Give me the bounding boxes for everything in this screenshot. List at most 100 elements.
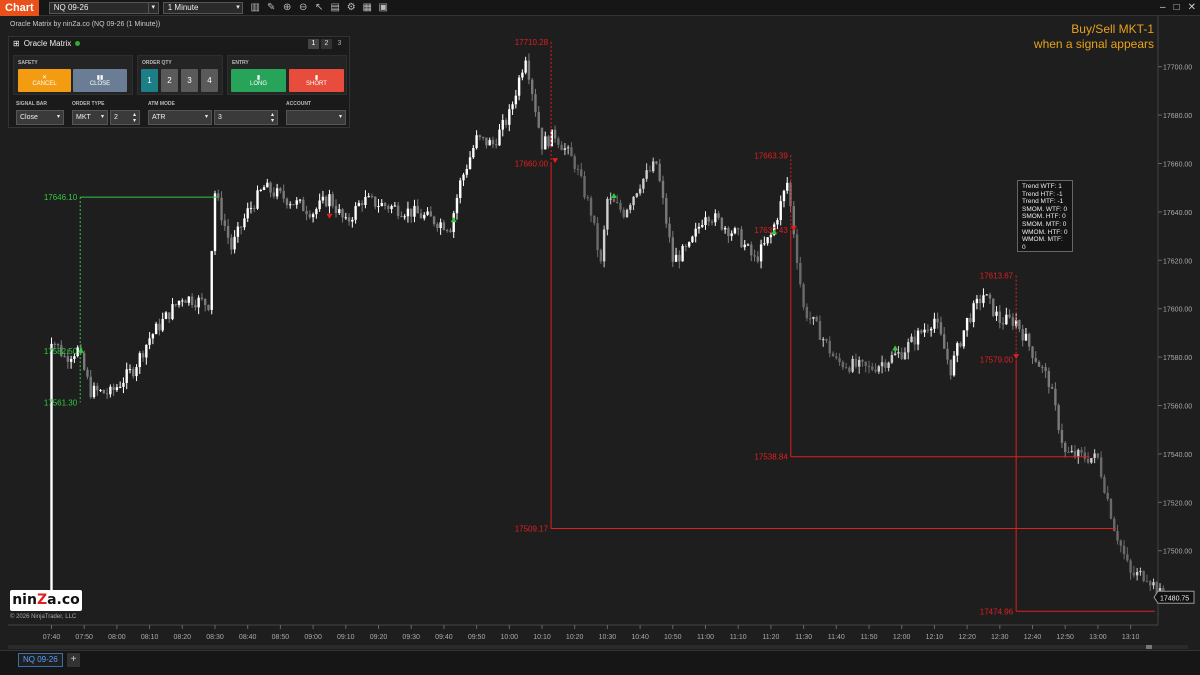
- candle-body: [665, 198, 668, 224]
- zoom-out-icon[interactable]: ⊖: [297, 1, 310, 14]
- candle-body: [141, 353, 145, 358]
- candle-body: [1122, 545, 1126, 555]
- candle-body: [1080, 449, 1083, 453]
- candle-body: [720, 217, 724, 230]
- candle-body: [187, 296, 191, 303]
- horizontal-scrollbar[interactable]: [8, 645, 1188, 649]
- templates-icon[interactable]: ▦: [361, 1, 374, 14]
- status-dot: [75, 41, 81, 46]
- candle-body: [642, 178, 645, 189]
- zoom-in-icon[interactable]: ⊕: [281, 1, 294, 14]
- candle-body: [1132, 572, 1136, 576]
- page-2-button[interactable]: 2: [321, 39, 332, 49]
- atm-mode-select[interactable]: ATR ▾: [148, 110, 212, 125]
- page-1-button[interactable]: 1: [308, 39, 319, 49]
- candle-body: [63, 356, 66, 358]
- signal-bar-select[interactable]: Close ▾: [16, 110, 64, 125]
- candle-body: [619, 202, 622, 210]
- atm-qty-stepper[interactable]: 3 ▴ ▾: [214, 110, 278, 125]
- candle-body: [426, 211, 429, 215]
- price-label: 17500.00: [1163, 549, 1192, 556]
- candle-body: [89, 376, 92, 398]
- short-target-label: 17474.96: [980, 607, 1014, 616]
- qty-3-button[interactable]: 3: [181, 69, 198, 92]
- instrument-tab[interactable]: NQ 09-26: [18, 653, 63, 667]
- candle-body: [933, 318, 936, 329]
- candle-body: [148, 338, 151, 345]
- candle-body: [1050, 387, 1054, 389]
- candle-body: [923, 329, 926, 333]
- close-position-button[interactable]: ▮▮ CLOSE: [73, 69, 127, 92]
- qty-1-button[interactable]: 1: [141, 69, 158, 92]
- candle-body: [275, 188, 279, 197]
- candle-body: [105, 393, 109, 395]
- candle-body: [1018, 320, 1021, 330]
- strategies-icon[interactable]: ⚙: [345, 1, 358, 14]
- candle-body: [508, 109, 511, 125]
- minimize-button[interactable]: –: [1160, 0, 1166, 16]
- candle-body: [678, 254, 681, 262]
- price-label: 17600.00: [1163, 307, 1192, 314]
- candle-body: [289, 204, 292, 206]
- candle-body: [311, 214, 315, 218]
- maximize-button[interactable]: □: [1174, 0, 1180, 16]
- cancel-button[interactable]: ✕ CANCEL: [18, 69, 71, 92]
- time-label: 10:10: [533, 634, 551, 641]
- chart-tab[interactable]: Chart: [0, 0, 39, 16]
- scroll-thumb[interactable]: [1146, 645, 1152, 649]
- candle-body: [962, 330, 966, 347]
- pointer-icon[interactable]: ↖: [313, 1, 326, 14]
- instrument-selector[interactable]: NQ 09-26 ▾: [48, 1, 159, 14]
- account-select[interactable]: ▾: [286, 110, 346, 125]
- candle-body: [1011, 317, 1015, 326]
- price-label: 17640.00: [1163, 210, 1192, 217]
- properties-icon[interactable]: ▤: [329, 1, 342, 14]
- candle-body: [884, 362, 887, 368]
- candle-body: [354, 205, 357, 220]
- chevron-down-icon[interactable]: ▾: [147, 2, 158, 13]
- pencil-icon[interactable]: ✎: [265, 1, 278, 14]
- candle-body: [1070, 450, 1073, 453]
- price-label: 17580.00: [1163, 355, 1192, 362]
- qty-2-button[interactable]: 2: [161, 69, 178, 92]
- candle-body: [230, 237, 233, 250]
- order-type-select[interactable]: MKT ▾: [72, 110, 108, 125]
- time-label: 10:20: [566, 634, 584, 641]
- snapshot-icon[interactable]: ▣: [377, 1, 390, 14]
- candle-body: [1034, 357, 1037, 362]
- candle-body: [841, 362, 845, 368]
- long-button[interactable]: ▮ LONG: [231, 69, 286, 92]
- period-selector[interactable]: 1 Minute ▾: [162, 1, 243, 14]
- short-button[interactable]: ▮ SHORT: [289, 69, 344, 92]
- candle-body: [135, 367, 138, 377]
- candle-body: [488, 139, 491, 146]
- candle-body: [1031, 346, 1034, 358]
- candle-body: [701, 225, 704, 227]
- qty-4-button[interactable]: 4: [201, 69, 218, 92]
- candle-body: [1126, 554, 1129, 561]
- order-qty-stepper[interactable]: 2 ▴ ▾: [110, 110, 140, 125]
- add-tab-icon[interactable]: +: [67, 653, 80, 667]
- candle-body: [1103, 476, 1106, 493]
- candle-body: [910, 336, 913, 343]
- candle-body: [1149, 581, 1152, 586]
- logo-z: Z: [36, 592, 48, 608]
- chevron-down-icon: ▾: [236, 3, 240, 11]
- bar-chart-icon[interactable]: ▥: [249, 1, 262, 14]
- candle-body: [835, 356, 838, 359]
- entry-label: ENTRY: [232, 60, 249, 66]
- candle-body: [1044, 367, 1047, 371]
- price-label: 17660.00: [1163, 162, 1192, 169]
- candle-body: [1037, 361, 1041, 367]
- oracle-matrix-panel: ⊞ Oracle Matrix 1 2 3 SAFETY ✕ CANCEL ▮▮…: [8, 36, 350, 128]
- page-3-button[interactable]: 3: [334, 39, 345, 49]
- tooltip-line: Trend WTF: 1: [1022, 183, 1062, 190]
- candle-body: [789, 182, 792, 207]
- candle-body: [897, 352, 900, 354]
- candle-body: [393, 205, 397, 207]
- candle-body: [122, 382, 125, 387]
- close-button[interactable]: ✕: [1188, 0, 1196, 16]
- candle-body: [115, 387, 119, 391]
- candle-body: [272, 192, 276, 197]
- time-label: 10:50: [664, 634, 682, 641]
